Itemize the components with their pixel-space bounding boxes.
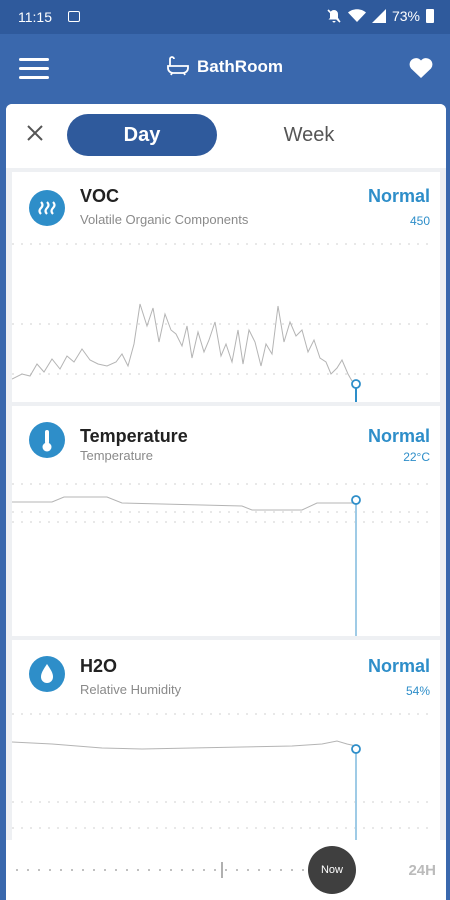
main-sheet: Day Week VOC Volatile Organic Components… bbox=[6, 104, 446, 900]
tab-week[interactable]: Week bbox=[234, 114, 384, 156]
bathtub-icon bbox=[167, 56, 189, 76]
range-label[interactable]: 24H bbox=[408, 862, 436, 879]
temperature-value: 22°C bbox=[403, 450, 430, 464]
humidity-chart bbox=[12, 713, 432, 840]
image-notification-icon bbox=[68, 11, 80, 22]
status-icons: 73% bbox=[326, 8, 434, 24]
temperature-chart bbox=[12, 483, 432, 636]
app-title: BathRoom bbox=[0, 56, 450, 77]
signal-icon bbox=[371, 9, 386, 23]
humidity-card[interactable]: H2O Relative Humidity Normal 54% bbox=[12, 640, 440, 840]
wifi-icon bbox=[347, 9, 366, 22]
close-icon[interactable] bbox=[24, 122, 46, 144]
temperature-subtitle: Temperature bbox=[80, 448, 153, 463]
water-drop-icon bbox=[29, 656, 65, 692]
period-tabs: Day Week bbox=[6, 104, 446, 168]
humidity-name: H2O bbox=[80, 656, 118, 676]
battery-icon bbox=[426, 9, 434, 23]
temperature-status: Normal bbox=[367, 426, 430, 446]
voc-subtitle: Volatile Organic Components bbox=[80, 212, 249, 227]
voc-value: 450 bbox=[409, 214, 430, 228]
voc-status: Normal bbox=[367, 186, 430, 206]
tab-day[interactable]: Day bbox=[67, 114, 217, 156]
battery-text: 73% bbox=[391, 8, 420, 24]
favorite-heart-icon[interactable] bbox=[408, 56, 434, 80]
temperature-card[interactable]: Temperature Temperature Normal 22°C bbox=[12, 406, 440, 636]
app-title-text: BathRoom bbox=[197, 57, 283, 76]
humidity-subtitle: Relative Humidity bbox=[80, 682, 182, 697]
humidity-status: Normal bbox=[367, 656, 430, 676]
voc-card[interactable]: VOC Volatile Organic Components Normal 4… bbox=[12, 172, 440, 402]
status-bar: 11:15 73% bbox=[0, 0, 450, 34]
timeline-bar: Now 24H bbox=[6, 840, 446, 900]
temperature-name: Temperature bbox=[80, 426, 188, 446]
timeline-track[interactable] bbox=[6, 840, 306, 900]
mute-bell-icon bbox=[327, 9, 341, 23]
humidity-value: 54% bbox=[405, 684, 430, 698]
voc-name: VOC bbox=[80, 186, 120, 206]
status-time: 11:15 bbox=[18, 9, 52, 25]
voc-icon bbox=[29, 190, 65, 226]
app-bar: BathRoom bbox=[0, 34, 450, 104]
now-button[interactable]: Now bbox=[308, 846, 356, 894]
thermometer-icon bbox=[29, 422, 65, 458]
voc-chart bbox=[12, 243, 432, 402]
